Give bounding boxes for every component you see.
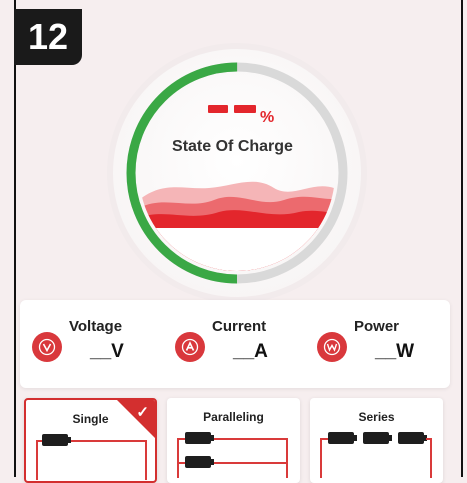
wire <box>71 440 147 442</box>
battery-icon <box>42 434 71 446</box>
soc-label: State Of Charge <box>172 138 293 155</box>
wire <box>430 438 432 478</box>
mode-label-paralleling: Paralleling <box>203 410 264 424</box>
soc-dash-2 <box>234 105 256 113</box>
wire <box>36 440 38 480</box>
voltage-value: __V <box>90 341 124 362</box>
current-metric: Current __A <box>175 318 295 373</box>
battery-icon <box>185 456 214 468</box>
step-number: 12 <box>27 16 69 57</box>
battery-icon <box>328 432 357 444</box>
current-value: __A <box>233 341 268 362</box>
step-number-badge: 12 <box>14 9 82 65</box>
current-icon <box>175 332 205 362</box>
battery-icon <box>185 432 214 444</box>
battery-icon <box>363 432 392 444</box>
mode-card-series[interactable]: Series <box>310 398 443 483</box>
checkmark-icon: ✓ <box>136 404 149 421</box>
wire <box>320 438 322 478</box>
soc-gauge-graphic <box>107 43 367 303</box>
voltage-metric: Voltage __V <box>32 318 152 373</box>
current-label: Current <box>212 318 267 335</box>
mode-card-single[interactable]: Single ✓ <box>24 398 157 483</box>
battery-icon <box>398 432 427 444</box>
metrics-panel: Voltage __V Current __A Power __W <box>20 300 450 388</box>
soc-dash-1 <box>208 105 228 113</box>
wire <box>214 462 288 464</box>
wire <box>286 438 288 478</box>
state-of-charge-gauge <box>104 40 370 306</box>
voltage-label: Voltage <box>69 318 123 335</box>
power-label: Power <box>354 318 400 335</box>
frame-left-edge <box>14 0 16 477</box>
power-metric: Power __W <box>317 318 442 373</box>
frame-right-edge <box>461 0 463 477</box>
soc-value: % <box>208 95 274 126</box>
wire <box>145 440 147 480</box>
mode-card-paralleling[interactable]: Paralleling <box>167 398 300 483</box>
soc-unit: % <box>260 109 275 126</box>
power-icon <box>317 332 347 362</box>
power-value: __W <box>375 341 415 362</box>
wire <box>214 438 288 440</box>
wire <box>177 438 179 478</box>
voltage-icon <box>32 332 62 362</box>
mode-label-series: Series <box>358 410 395 424</box>
